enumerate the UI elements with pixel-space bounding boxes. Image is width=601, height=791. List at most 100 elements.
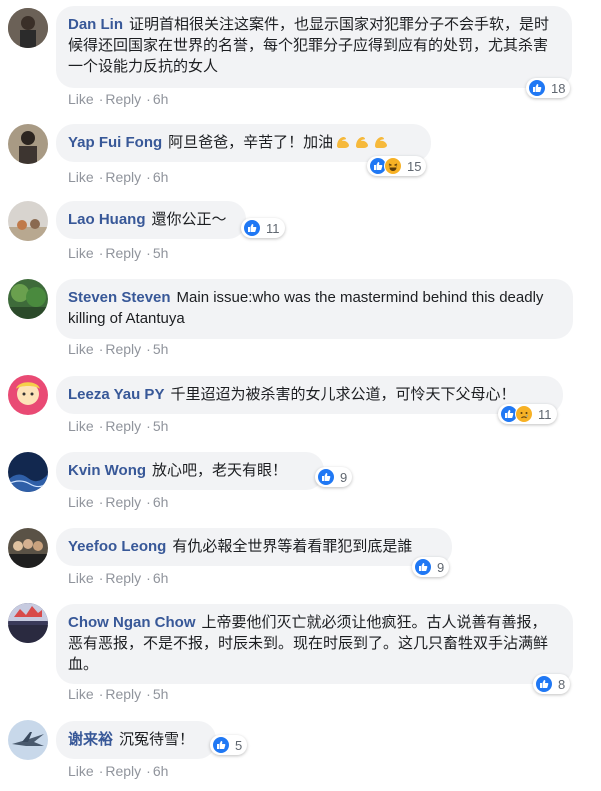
timestamp[interactable]: 5h xyxy=(153,245,169,261)
comment-bubble: Dan Lin 证明首相很关注这案件，也显示国家对犯罪分子不会手软，是时候得还回国… xyxy=(56,6,572,88)
comment-author[interactable]: Chow Ngan Chow xyxy=(68,614,196,631)
timestamp[interactable]: 6h xyxy=(153,91,169,107)
comment-actions: Like · Reply · 5h xyxy=(68,341,170,357)
reaction-summary[interactable]: 8 xyxy=(533,674,571,694)
reaction-summary[interactable]: 11 xyxy=(241,218,285,238)
comment-actions: Like · Reply · 5h xyxy=(68,686,170,702)
reply-link[interactable]: Reply xyxy=(105,91,141,107)
reply-link[interactable]: Reply xyxy=(105,169,141,185)
like-link[interactable]: Like xyxy=(68,169,94,185)
comment-author[interactable]: Yap Fui Fong xyxy=(68,134,162,151)
separator: · xyxy=(98,570,104,586)
like-link[interactable]: Like xyxy=(68,341,94,357)
comment-author[interactable]: Yeefoo Leong xyxy=(68,538,166,555)
reaction-summary[interactable]: 18 xyxy=(526,78,571,98)
avatar[interactable] xyxy=(8,124,48,164)
avatar[interactable] xyxy=(8,201,48,241)
timestamp[interactable]: 5h xyxy=(153,686,169,702)
comment-author[interactable]: Leeza Yau PY xyxy=(68,386,164,403)
muscle-emoji-group xyxy=(333,134,390,151)
comment-actions: Like · Reply · 6h xyxy=(68,570,170,586)
reaction-count: 9 xyxy=(340,469,348,485)
like-icon xyxy=(212,736,230,754)
separator: · xyxy=(98,169,104,185)
separator: · xyxy=(146,570,151,586)
reaction-count: 15 xyxy=(407,158,422,174)
like-link[interactable]: Like xyxy=(68,763,94,779)
like-link[interactable]: Like xyxy=(68,418,94,434)
reaction-summary[interactable]: 11 xyxy=(498,404,557,424)
reaction-count: 11 xyxy=(266,220,280,236)
avatar[interactable] xyxy=(8,452,48,492)
muscle-emoji xyxy=(375,137,388,148)
comment-author[interactable]: Kvin Wong xyxy=(68,462,146,479)
comment-actions: Like · Reply · 5h xyxy=(68,245,170,261)
avatar[interactable] xyxy=(8,375,48,415)
comment-actions: Like · Reply · 6h xyxy=(68,494,170,510)
avatar[interactable] xyxy=(8,720,48,760)
haha-icon xyxy=(384,157,402,175)
reaction-count: 8 xyxy=(558,676,566,692)
like-link[interactable]: Like xyxy=(68,494,94,510)
avatar[interactable] xyxy=(8,8,48,48)
separator: · xyxy=(98,763,104,779)
like-icon xyxy=(414,558,432,576)
separator: · xyxy=(146,763,151,779)
comment-text: 放心吧，老天有眼！ xyxy=(152,462,288,479)
reply-link[interactable]: Reply xyxy=(105,686,141,702)
comment-bubble: Yeefoo Leong 有仇必報全世界等着看罪犯到底是誰 xyxy=(56,528,452,566)
separator: · xyxy=(146,245,151,261)
like-icon xyxy=(535,675,553,693)
reply-link[interactable]: Reply xyxy=(105,570,141,586)
like-link[interactable]: Like xyxy=(68,570,94,586)
like-link[interactable]: Like xyxy=(68,91,94,107)
like-icon xyxy=(528,79,546,97)
timestamp[interactable]: 6h xyxy=(153,494,169,510)
timestamp[interactable]: 6h xyxy=(153,763,169,779)
reply-link[interactable]: Reply xyxy=(105,245,141,261)
separator: · xyxy=(98,341,104,357)
separator: · xyxy=(146,686,151,702)
reaction-summary[interactable]: 9 xyxy=(315,467,353,487)
reply-link[interactable]: Reply xyxy=(105,418,141,434)
comment-author[interactable]: Lao Huang xyxy=(68,211,146,228)
timestamp[interactable]: 6h xyxy=(153,570,169,586)
comment-bubble: Lao Huang 還你公正～ xyxy=(56,201,246,239)
like-link[interactable]: Like xyxy=(68,686,94,702)
comment-author[interactable]: Steven Steven xyxy=(68,289,171,306)
reply-link[interactable]: Reply xyxy=(105,341,141,357)
comment-author[interactable]: Dan Lin xyxy=(68,16,123,33)
reaction-count: 11 xyxy=(538,406,552,422)
like-link[interactable]: Like xyxy=(68,245,94,261)
separator: · xyxy=(98,245,104,261)
separator: · xyxy=(146,169,151,185)
reply-link[interactable]: Reply xyxy=(105,494,141,510)
comment-text: 证明首相很关注这案件，也显示国家对犯罪分子不会手软，是时候得还回国家在世界的名誉… xyxy=(68,16,550,75)
separator: · xyxy=(146,494,151,510)
reaction-count: 5 xyxy=(235,737,243,753)
avatar[interactable] xyxy=(8,528,48,568)
timestamp[interactable]: 5h xyxy=(153,341,169,357)
reaction-count: 18 xyxy=(551,80,566,96)
comment-bubble: Steven Steven Main issue:who was the mast… xyxy=(56,279,573,339)
muscle-emoji xyxy=(337,137,350,148)
comment-author[interactable]: 谢来裕 xyxy=(68,731,113,748)
reaction-summary[interactable]: 15 xyxy=(367,156,427,176)
reaction-summary[interactable]: 5 xyxy=(210,735,248,755)
comment-text: 阿旦爸爸，辛苦了！加油 xyxy=(168,134,334,151)
reaction-summary[interactable]: 9 xyxy=(412,557,450,577)
separator: · xyxy=(98,91,104,107)
separator: · xyxy=(98,494,104,510)
avatar[interactable] xyxy=(8,279,48,319)
timestamp[interactable]: 6h xyxy=(153,169,169,185)
timestamp[interactable]: 5h xyxy=(153,418,169,434)
comment-text: 還你公正～ xyxy=(151,211,227,228)
comment-text: 有仇必報全世界等着看罪犯到底是誰 xyxy=(172,538,413,555)
comment-actions: Like · Reply · 6h xyxy=(68,91,170,107)
reply-link[interactable]: Reply xyxy=(105,763,141,779)
avatar[interactable] xyxy=(8,603,48,643)
comment-bubble: Leeza Yau PY 千里迢迢为被杀害的女儿求公道，可怜天下父母心！ xyxy=(56,376,563,414)
comment-bubble: Chow Ngan Chow 上帝要他们灭亡就必须让他疯狂。古人说善有善报，恶有恶… xyxy=(56,604,573,684)
comment-actions: Like · Reply · 5h xyxy=(68,418,170,434)
like-icon xyxy=(317,468,335,486)
